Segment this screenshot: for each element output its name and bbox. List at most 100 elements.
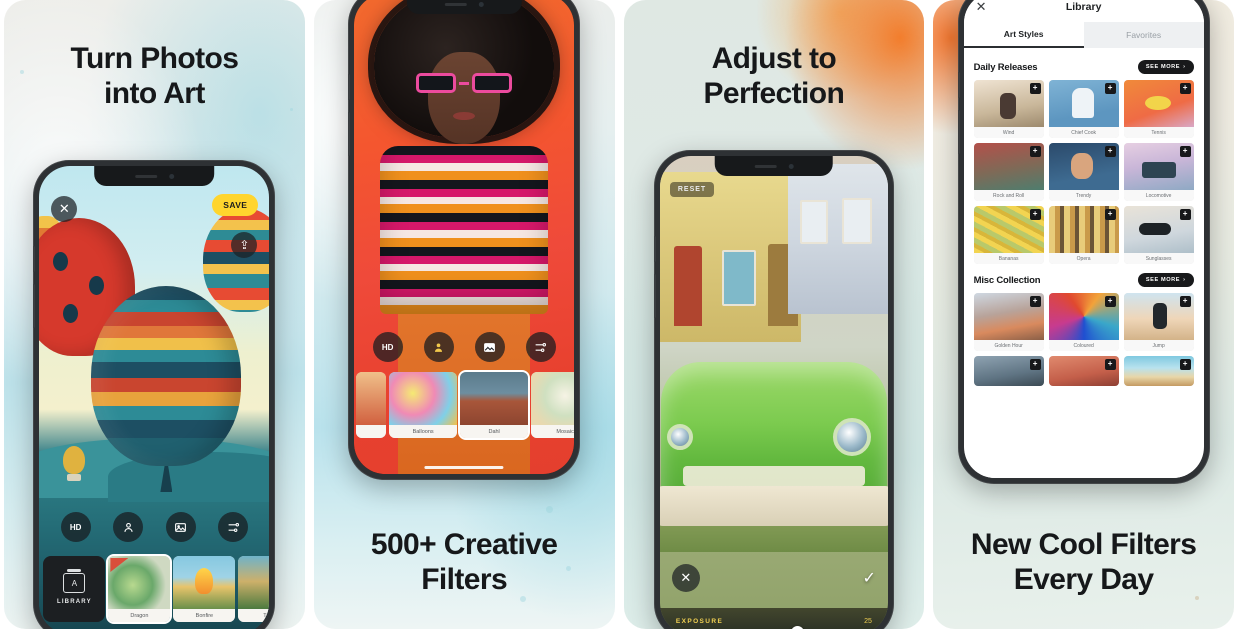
filter-thumb[interactable]: Dahl	[458, 370, 531, 440]
art-style-label: Rock and Roll	[973, 190, 1044, 201]
section-title: Daily Releases	[973, 61, 1038, 73]
art-style-card[interactable]: + Golden Hour	[973, 293, 1044, 351]
chevron-right-icon: ›	[1183, 277, 1186, 283]
plus-icon[interactable]: +	[1104, 83, 1116, 94]
art-style-card[interactable]: + Rock and Roll	[973, 143, 1044, 201]
filter-thumb[interactable]: Balloons	[389, 372, 458, 438]
plus-icon[interactable]: +	[1179, 359, 1191, 370]
art-style-card[interactable]: + Coloured	[1048, 293, 1119, 351]
art-style-card[interactable]: +	[1048, 356, 1119, 386]
portrait-icon[interactable]	[423, 332, 454, 362]
art-style-card[interactable]: + Sunglasses	[1123, 206, 1194, 264]
page-title: Turn Photos into Art	[4, 42, 305, 111]
plus-icon[interactable]: +	[1104, 146, 1116, 157]
art-style-card[interactable]: + Locomotive	[1123, 143, 1194, 201]
close-icon[interactable]: ✕	[976, 0, 987, 15]
share-icon[interactable]: ⇪	[231, 232, 258, 258]
face	[428, 52, 501, 144]
sliders-icon[interactable]	[525, 332, 556, 362]
library-label: LIBRARY	[56, 599, 92, 605]
see-more-button[interactable]: SEE MORE ›	[1137, 273, 1194, 287]
chevron-right-icon: ›	[1183, 64, 1186, 70]
slider-exposure[interactable]: EXPOSURE 25	[676, 618, 872, 629]
see-more-label: SEE MORE	[1145, 277, 1181, 283]
pink-sunglasses	[416, 72, 513, 94]
art-style-label: Jump	[1123, 340, 1194, 351]
hd-icon[interactable]: HD	[372, 332, 403, 362]
adjust-actions: ✕ ✓	[660, 564, 888, 592]
image-icon[interactable]	[474, 332, 505, 362]
filter-filmstrip[interactable]: A LIBRARY Dragon Bonfire Trian	[39, 550, 270, 624]
section-header-daily-releases: Daily Releases SEE MORE ›	[974, 60, 1194, 74]
sliders-icon[interactable]	[218, 512, 249, 542]
phone-mockup: ✕ Library Art Styles Favorites Daily Rel…	[957, 0, 1210, 484]
filter-preview	[238, 556, 270, 609]
library-icon: A	[63, 573, 86, 593]
panel-turn-photos: Turn Photos into Art ✕ SAVE ⇪ HD A LIBRA…	[4, 0, 305, 629]
filter-thumb[interactable]: Mosaic	[531, 372, 575, 438]
tab-art-styles[interactable]: Art Styles	[963, 22, 1084, 48]
art-style-card[interactable]: +	[973, 356, 1044, 386]
plus-icon[interactable]: +	[1029, 359, 1041, 370]
plus-icon[interactable]: +	[1029, 296, 1041, 307]
portrait-icon[interactable]	[113, 512, 144, 542]
library-content: Daily Releases SEE MORE › + Wind + Chief…	[964, 48, 1204, 386]
filter-preview	[460, 372, 529, 425]
filter-thumb[interactable]: Bonfire	[173, 556, 236, 622]
art-style-card[interactable]: +	[1123, 356, 1194, 386]
close-button[interactable]: ✕	[51, 196, 78, 222]
image-icon[interactable]	[165, 512, 196, 542]
art-style-label: Sunglasses	[1123, 253, 1194, 264]
filter-label: Mosaic	[531, 425, 575, 438]
section-header-misc-collection: Misc Collection SEE MORE ›	[974, 273, 1194, 287]
filter-thumb[interactable]	[356, 372, 387, 438]
filter-label: Dahl	[460, 425, 529, 438]
cancel-button[interactable]: ✕	[671, 564, 700, 592]
filter-filmstrip[interactable]: Balloons Dahl Mosaic	[354, 370, 575, 440]
library-button[interactable]: A LIBRARY	[43, 556, 106, 622]
window	[841, 198, 872, 244]
scroll-fade	[963, 460, 1204, 478]
reset-button[interactable]: RESET	[669, 182, 715, 197]
library-screen: ✕ Library Art Styles Favorites Daily Rel…	[963, 0, 1204, 478]
art-style-card[interactable]: + Chief Cook	[1048, 80, 1119, 138]
phone-notch	[94, 166, 215, 186]
art-style-card[interactable]: + Tennis	[1123, 80, 1194, 138]
see-more-button[interactable]: SEE MORE ›	[1137, 60, 1194, 74]
plus-icon[interactable]: +	[1029, 83, 1041, 94]
art-style-card[interactable]: + Bananas	[973, 206, 1044, 264]
plus-icon[interactable]: +	[1179, 296, 1191, 307]
confirm-button[interactable]: ✓	[862, 568, 875, 588]
filter-preview	[173, 556, 236, 609]
tab-favorites[interactable]: Favorites	[1083, 22, 1204, 48]
art-style-card[interactable]: + Jump	[1123, 293, 1194, 351]
filter-thumb[interactable]: Trian	[238, 556, 270, 622]
plus-icon[interactable]: +	[1179, 83, 1191, 94]
library-title: Library	[1065, 1, 1102, 13]
plus-icon[interactable]: +	[1179, 209, 1191, 220]
save-button[interactable]: SAVE	[212, 194, 259, 216]
filter-preview	[531, 372, 575, 425]
headlight	[832, 418, 871, 456]
hd-icon[interactable]: HD	[60, 512, 91, 542]
app-store-screenshot-gallery: Turn Photos into Art ✕ SAVE ⇪ HD A LIBRA…	[0, 0, 1238, 629]
filter-thumb[interactable]: Dragon	[106, 554, 173, 624]
plus-icon[interactable]: +	[1104, 359, 1116, 370]
balloon-main	[91, 286, 242, 466]
plus-icon[interactable]: +	[1029, 146, 1041, 157]
art-style-card[interactable]: + Wind	[973, 80, 1044, 138]
filter-preview	[389, 372, 458, 425]
plus-icon[interactable]: +	[1029, 209, 1041, 220]
phone-screen: ✕ SAVE ⇪ HD A LIBRARY Dragon Bonfire Tr	[39, 166, 270, 629]
art-style-card[interactable]: + Opera	[1048, 206, 1119, 264]
editor-toolbar: HD	[39, 512, 269, 542]
plus-icon[interactable]: +	[1179, 146, 1191, 157]
building-yellow	[659, 172, 802, 342]
plus-icon[interactable]: +	[1104, 209, 1116, 220]
filter-label: Trian	[238, 609, 270, 622]
art-style-label: Wind	[973, 127, 1044, 138]
plus-icon[interactable]: +	[1104, 296, 1116, 307]
car-artwork	[659, 156, 888, 629]
filter-label	[356, 425, 387, 438]
art-style-card[interactable]: + Trendy	[1048, 143, 1119, 201]
